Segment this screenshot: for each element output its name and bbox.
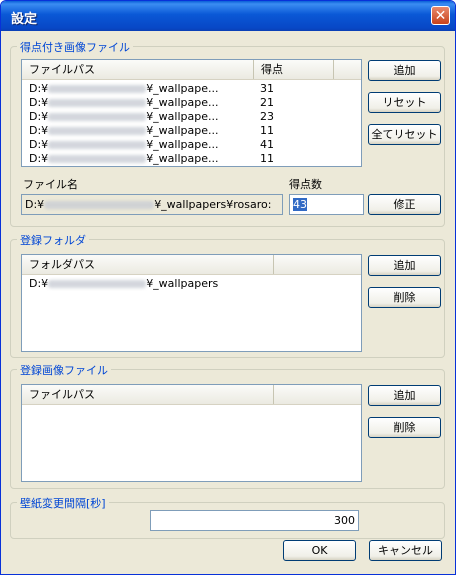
score-cell: 23 [260,110,274,123]
file-path-cell: D:¥ ¥_wallpape... [29,110,219,123]
title-bar[interactable]: 設定 ✕ [1,1,455,31]
registered-images-list[interactable]: ファイルパス [21,384,362,482]
table-row[interactable]: D:¥ ¥_wallpape... 31 [22,82,361,96]
filename-field[interactable]: D:¥ ¥_wallpapers¥rosaro: [21,194,283,215]
score-count-label: 得点数 [289,178,322,191]
filename-label: ファイル名 [23,178,78,191]
registered-folders-group-label: 登録フォルダ [17,232,89,248]
list-item[interactable]: D:¥ ¥_wallpapers [22,277,361,291]
window-title: 設定 [11,12,38,27]
folder-path-cell: D:¥ ¥_wallpapers [29,277,219,290]
interval-input[interactable]: 300 [150,510,359,531]
close-icon: ✕ [434,8,447,24]
registered-folders-list-header: フォルダパス [22,255,361,275]
column-header-image-path[interactable]: ファイルパス [22,385,274,404]
delete-folder-button[interactable]: 削除 [368,287,441,308]
interval-group-label: 壁紙変更間隔[秒] [17,495,109,511]
file-path-cell: D:¥ ¥_wallpape... [29,124,219,137]
modify-button[interactable]: 修正 [368,194,441,215]
registered-folders-list[interactable]: フォルダパス D:¥ ¥_wallpapers [21,254,362,352]
score-cell: 31 [260,82,274,95]
table-row[interactable]: D:¥ ¥_wallpape... 23 [22,110,361,124]
score-count-input[interactable]: 43 [289,194,364,215]
close-button[interactable]: ✕ [431,6,450,25]
file-path-cell: D:¥ ¥_wallpape... [29,138,219,151]
add-image-button[interactable]: 追加 [368,385,441,406]
score-cell: 21 [260,96,274,109]
score-cell: 11 [260,152,274,165]
add-folder-button[interactable]: 追加 [368,255,441,276]
registered-images-group-label: 登録画像ファイル [17,362,111,378]
file-path-cell: D:¥ ¥_wallpape... [29,82,219,95]
table-row[interactable]: D:¥ ¥_wallpape... 11 [22,152,361,166]
scored-files-list[interactable]: ファイルパス 得点 D:¥ ¥_wallpape... 31 D:¥ ¥_wallp… [21,59,362,167]
scored-files-list-header: ファイルパス 得点 [22,60,361,80]
ok-button[interactable]: OK [283,540,356,561]
delete-image-button[interactable]: 削除 [368,417,441,438]
cancel-button[interactable]: キャンセル [369,540,442,561]
registered-images-list-header: ファイルパス [22,385,361,405]
table-row[interactable]: D:¥ ¥_wallpape... 41 [22,138,361,152]
score-cell: 41 [260,138,274,151]
add-scored-file-button[interactable]: 追加 [368,60,441,81]
file-path-cell: D:¥ ¥_wallpape... [29,152,219,165]
reset-all-button[interactable]: 全てリセット [368,124,441,145]
file-path-cell: D:¥ ¥_wallpape... [29,96,219,109]
table-row[interactable]: D:¥ ¥_wallpape... 11 [22,124,361,138]
scored-files-group-label: 得点付き画像ファイル [17,39,133,55]
settings-dialog: 設定 ✕ 得点付き画像ファイル ファイルパス 得点 D:¥ ¥_wallpape.… [0,0,456,575]
column-header-folder-path[interactable]: フォルダパス [22,255,274,274]
table-row[interactable]: D:¥ ¥_wallpape... 21 [22,96,361,110]
score-cell: 11 [260,124,274,137]
reset-button[interactable]: リセット [368,92,441,113]
column-header-score[interactable]: 得点 [254,60,334,79]
column-header-file-path[interactable]: ファイルパス [22,60,254,79]
